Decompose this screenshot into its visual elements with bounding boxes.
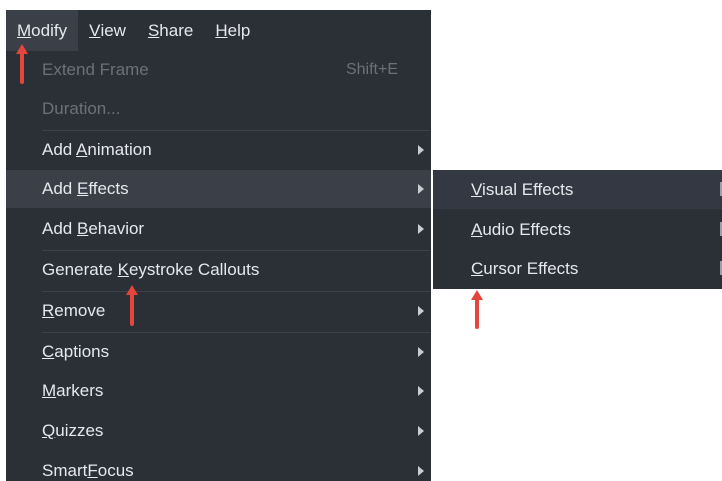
menu-bar: Modify View Share Help: [6, 10, 431, 52]
menu-item-label-pre: Add: [42, 219, 77, 238]
menu-item-remove[interactable]: Remove: [6, 292, 431, 330]
add-effects-submenu: Visual Effects Audio Effects Cursor Effe…: [433, 170, 722, 289]
menu-item-duration[interactable]: Duration...: [6, 90, 431, 128]
annotation-arrow-icon: [16, 44, 28, 84]
menu-item-quizzes[interactable]: Quizzes: [6, 412, 431, 450]
submenu-arrow-icon: [418, 145, 424, 155]
menu-item-label: nimation: [87, 140, 152, 159]
menu-item-mnemonic: Q: [42, 421, 56, 440]
menu-share-mnemonic: S: [147, 20, 160, 40]
menu-item-label-pre: Add: [42, 140, 77, 159]
menu-item-label: ocus: [97, 461, 134, 480]
submenu-item-mnemonic: V: [471, 179, 483, 199]
menu-item-mnemonic: M: [42, 381, 57, 400]
menu-modify-mnemonic: M: [17, 20, 32, 40]
submenu-item-label: ursor Effects: [483, 258, 579, 278]
menu-item-mnemonic: K: [117, 260, 129, 279]
menu-item-add-animation[interactable]: Add Animation: [6, 131, 431, 169]
menu-item-label: Duration...: [42, 99, 121, 118]
menu-view-mnemonic: V: [89, 20, 101, 40]
menu-item-add-behavior[interactable]: Add Behavior: [6, 210, 431, 248]
menu-item-label: emove: [54, 301, 106, 320]
menu-item-add-effects[interactable]: Add Effects: [6, 170, 431, 208]
submenu-item-label: isual Effects: [482, 179, 574, 199]
menu-item-label: eystroke Callouts: [128, 260, 260, 279]
menu-item-markers[interactable]: Markers: [6, 372, 431, 410]
menu-item-mnemonic: E: [76, 179, 89, 198]
submenu-item-mnemonic: A: [471, 219, 483, 239]
menu-help-label: elp: [227, 20, 251, 40]
submenu-item-mnemonic: C: [471, 258, 484, 278]
menu-item-generate-keystroke-callouts[interactable]: Generate Keystroke Callouts: [6, 251, 431, 289]
submenu-arrow-icon: [418, 347, 424, 357]
menu-item-label: ehavior: [88, 219, 145, 238]
menu-item-label: uizzes: [55, 421, 104, 440]
menu-item-label: ffects: [88, 179, 129, 198]
menu-item-extend-frame[interactable]: Extend Frame Shift+E: [6, 51, 431, 89]
submenu-item-audio-effects[interactable]: Audio Effects: [433, 210, 722, 249]
submenu-item-cursor-effects[interactable]: Cursor Effects: [433, 249, 722, 288]
menu-item-label-pre: Add: [42, 179, 77, 198]
submenu-item-visual-effects[interactable]: Visual Effects: [433, 170, 722, 209]
menu-item-captions[interactable]: Captions: [6, 333, 431, 371]
menu-item-mnemonic: F: [87, 461, 98, 480]
menu-item-mnemonic: A: [76, 140, 88, 159]
menu-item-label: Extend Frame: [42, 60, 149, 79]
shortcut-label: Shift+E: [345, 61, 398, 78]
submenu-arrow-icon: [418, 306, 424, 316]
menu-help[interactable]: Help: [204, 10, 261, 51]
annotation-arrow-icon: [471, 290, 483, 329]
menu-item-mnemonic: B: [76, 219, 89, 238]
menu-view-label: iew: [100, 20, 126, 40]
modify-dropdown-menu: Extend Frame Shift+E Duration... Add Ani…: [6, 51, 431, 481]
menu-item-label-pre: Smart: [42, 461, 88, 480]
submenu-item-label: udio Effects: [482, 219, 571, 239]
submenu-arrow-icon: [418, 224, 424, 234]
submenu-arrow-icon: [418, 386, 424, 396]
submenu-arrow-icon: [418, 184, 424, 194]
menu-item-label: aptions: [54, 342, 110, 361]
menu-modify-label: odify: [31, 20, 68, 40]
submenu-arrow-icon: [418, 426, 424, 436]
menu-item-label: arkers: [56, 381, 104, 400]
annotation-arrow-icon: [126, 285, 138, 326]
menu-share[interactable]: Share: [137, 10, 204, 51]
menu-share-label: hare: [159, 20, 194, 40]
menu-item-mnemonic: C: [42, 342, 55, 361]
menu-help-mnemonic: H: [215, 20, 228, 40]
menu-item-smartfocus[interactable]: SmartFocus: [6, 452, 431, 481]
menu-view[interactable]: View: [78, 10, 137, 51]
menu-item-label-pre: Generate: [42, 260, 118, 279]
menu-item-mnemonic: R: [42, 301, 55, 320]
submenu-arrow-icon: [418, 466, 424, 476]
